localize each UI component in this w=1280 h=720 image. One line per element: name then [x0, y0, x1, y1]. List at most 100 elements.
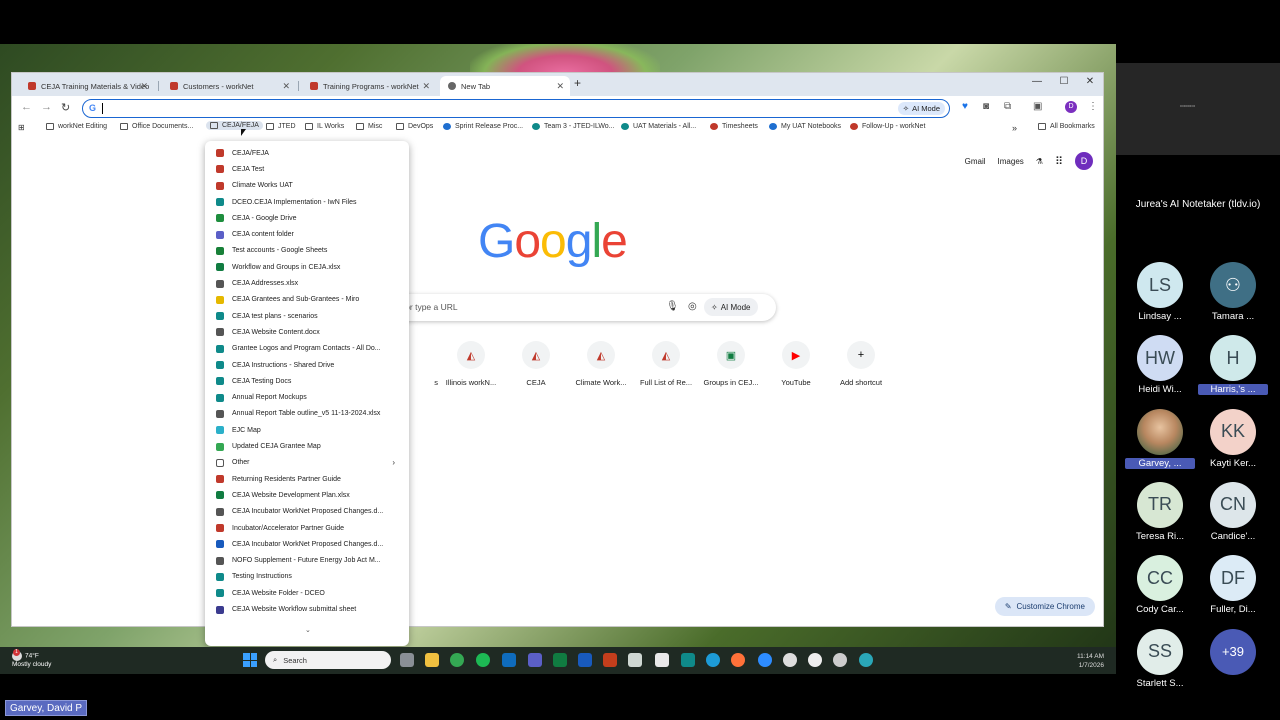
bookmark-follow-up[interactable]: Follow-Up - workNet: [850, 123, 925, 130]
notepad-icon[interactable]: [628, 653, 642, 667]
chevron-more-icon[interactable]: »: [1012, 123, 1017, 133]
shortcut-tile[interactable]: ◭ CEJA: [504, 341, 568, 387]
images-link[interactable]: Images: [998, 157, 1024, 166]
taskbar-search[interactable]: ⌕ Search: [265, 651, 391, 669]
participant-tile[interactable]: ⚇ Tamara ...: [1198, 262, 1268, 322]
apps-grid-icon[interactable]: ⊞: [18, 123, 25, 132]
tab-new-tab[interactable]: New Tab ✕: [440, 76, 570, 96]
maximize-button[interactable]: ☐: [1057, 76, 1071, 87]
shortcut-tile[interactable]: ▶ YouTube: [764, 341, 828, 387]
google-lens-icon[interactable]: ◎: [688, 301, 697, 312]
bookmark-misc[interactable]: Misc: [356, 123, 382, 130]
settings-icon[interactable]: [783, 653, 797, 667]
close-tab-icon[interactable]: ✕: [556, 81, 564, 92]
menu-bookmark-item[interactable]: Testing Instructions: [205, 569, 409, 585]
ai-mode-button[interactable]: ✧ AI Mode: [897, 102, 945, 115]
teams-icon[interactable]: [528, 653, 542, 667]
bookmark-timesheets[interactable]: Timesheets: [710, 123, 758, 130]
bookmark-team-3[interactable]: Team 3 - JTED-ILWo...: [532, 123, 615, 130]
calculator-icon[interactable]: [681, 653, 695, 667]
globe-app-icon[interactable]: [859, 653, 873, 667]
shortcut-tile[interactable]: ◭ Climate Work...: [569, 341, 633, 387]
menu-bookmark-item[interactable]: CEJA Addresses.xlsx: [205, 275, 409, 291]
system-clock[interactable]: 11:14 AM 1/7/2026: [1077, 652, 1104, 670]
bookmark-sprint-release[interactable]: Sprint Release Proc...: [443, 123, 523, 130]
shortcut-tile[interactable]: ◭ Full List of Re...: [634, 341, 698, 387]
labs-flask-icon[interactable]: ⚗: [1036, 157, 1043, 166]
bookmark-uat-materials[interactable]: UAT Materials - All...: [621, 123, 696, 130]
new-tab-button[interactable]: +: [574, 76, 581, 90]
menu-bookmark-item[interactable]: CEJA Test: [205, 161, 409, 177]
close-tab-icon[interactable]: ✕: [140, 81, 148, 92]
menu-bookmark-item[interactable]: Incubator/Accelerator Partner Guide: [205, 520, 409, 536]
shortcut-tile[interactable]: ▣ Groups in CEJ...: [699, 341, 763, 387]
menu-bookmark-item[interactable]: CEJA Incubator WorkNet Proposed Changes.…: [205, 504, 409, 520]
participant-tile[interactable]: CN Candice'...: [1198, 481, 1268, 542]
menu-bookmark-item[interactable]: CEJA Website Development Plan.xlsx: [205, 487, 409, 503]
menu-bookmark-item[interactable]: CEJA Website Workflow submittal sheet: [205, 601, 409, 617]
menu-bookmark-item[interactable]: Annual Report Table outline_v5 11-13-202…: [205, 406, 409, 422]
edge-icon[interactable]: [706, 653, 720, 667]
spotify-icon[interactable]: [476, 653, 490, 667]
ai-mode-button[interactable]: ✧ AI Mode: [704, 298, 758, 316]
menu-folder-other[interactable]: Other ›: [205, 455, 409, 471]
menu-bookmark-item[interactable]: DCEO.CEJA Implementation - IwN Files: [205, 194, 409, 210]
menu-bookmark-item[interactable]: Grantee Logos and Program Contacts - All…: [205, 341, 409, 357]
tab-customers[interactable]: Customers - workNet ✕: [162, 76, 296, 96]
emoji-app-icon[interactable]: [808, 653, 822, 667]
menu-bookmark-item[interactable]: CEJA - Google Drive: [205, 210, 409, 226]
bookmark-worknet-editing[interactable]: workNet Editing: [46, 123, 107, 130]
bookmark-il-works[interactable]: IL Works: [305, 123, 344, 130]
reload-icon[interactable]: ↻: [61, 101, 70, 114]
account-avatar[interactable]: D: [1075, 152, 1093, 170]
bookmark-jted[interactable]: JTED: [266, 123, 296, 130]
all-bookmarks[interactable]: All Bookmarks: [1038, 123, 1095, 130]
powerpoint-icon[interactable]: [603, 653, 617, 667]
bookmark-ceja-feja[interactable]: CEJA/FEJA: [206, 121, 263, 130]
menu-bookmark-item[interactable]: Climate Works UAT: [205, 178, 409, 194]
participant-tile[interactable]: Garvey, ...: [1125, 408, 1195, 469]
menu-bookmark-item[interactable]: CEJA Website Folder - DCEO: [205, 585, 409, 601]
word-icon[interactable]: [578, 653, 592, 667]
obs-icon[interactable]: [833, 653, 847, 667]
file-explorer-icon[interactable]: [425, 653, 439, 667]
microphone-icon[interactable]: 🎙: [666, 301, 679, 312]
remote-desktop-icon[interactable]: [655, 653, 669, 667]
participant-tile[interactable]: KK Kayti Ker...: [1198, 408, 1268, 469]
participant-tile[interactable]: HW Heidi Wi...: [1125, 335, 1195, 395]
address-bar[interactable]: G ✧ AI Mode: [82, 99, 950, 118]
menu-bookmark-item[interactable]: CEJA test plans - scenarios: [205, 308, 409, 324]
chrome-icon[interactable]: [450, 653, 464, 667]
camera-icon[interactable]: ◙: [983, 101, 989, 112]
participant-tile[interactable]: H Harris,'s ...: [1198, 335, 1268, 396]
menu-bookmark-item[interactable]: EJC Map: [205, 422, 409, 438]
shared-screen-thumbnail[interactable]: ▭▭▭▭: [1116, 63, 1280, 155]
forward-icon[interactable]: →: [41, 101, 52, 113]
menu-bookmark-item[interactable]: CEJA Grantees and Sub-Grantees - Miro: [205, 292, 409, 308]
gmail-link[interactable]: Gmail: [965, 157, 986, 166]
menu-bookmark-item[interactable]: Updated CEJA Grantee Map: [205, 438, 409, 454]
participant-tile[interactable]: CC Cody Car...: [1125, 555, 1195, 615]
close-window-button[interactable]: ✕: [1083, 76, 1097, 87]
tab-search-icon[interactable]: ▣: [1033, 101, 1042, 112]
participant-tile[interactable]: TR Teresa Ri...: [1125, 481, 1195, 542]
more-menu-icon[interactable]: ⋮: [1088, 101, 1098, 112]
close-tab-icon[interactable]: ✕: [422, 81, 430, 92]
zoom-icon[interactable]: [758, 653, 772, 667]
extensions-puzzle-icon[interactable]: ⧉: [1004, 101, 1011, 112]
more-participants-tile[interactable]: +39: [1198, 628, 1268, 675]
apps-grid-icon[interactable]: ⠿: [1055, 155, 1063, 168]
outlook-icon[interactable]: [502, 653, 516, 667]
shortcut-tile[interactable]: ◭ Illinois workN...: [439, 341, 503, 387]
participant-tile[interactable]: DF Fuller, Di...: [1198, 555, 1268, 615]
bookmark-devops[interactable]: DevOps: [396, 123, 433, 130]
menu-bookmark-item[interactable]: CEJA/FEJA: [205, 145, 409, 161]
shortcut-tile[interactable]: + Add shortcut: [829, 341, 893, 387]
menu-bookmark-item[interactable]: NOFO Supplement - Future Energy Job Act …: [205, 553, 409, 569]
menu-bookmark-item[interactable]: CEJA content folder: [205, 227, 409, 243]
excel-icon[interactable]: [553, 653, 567, 667]
scroll-more-chevron-icon[interactable]: ⌄: [305, 626, 311, 634]
back-icon[interactable]: ←: [21, 101, 32, 113]
menu-bookmark-item[interactable]: CEJA Website Content.docx: [205, 324, 409, 340]
menu-bookmark-item[interactable]: CEJA Incubator WorkNet Proposed Changes.…: [205, 536, 409, 552]
